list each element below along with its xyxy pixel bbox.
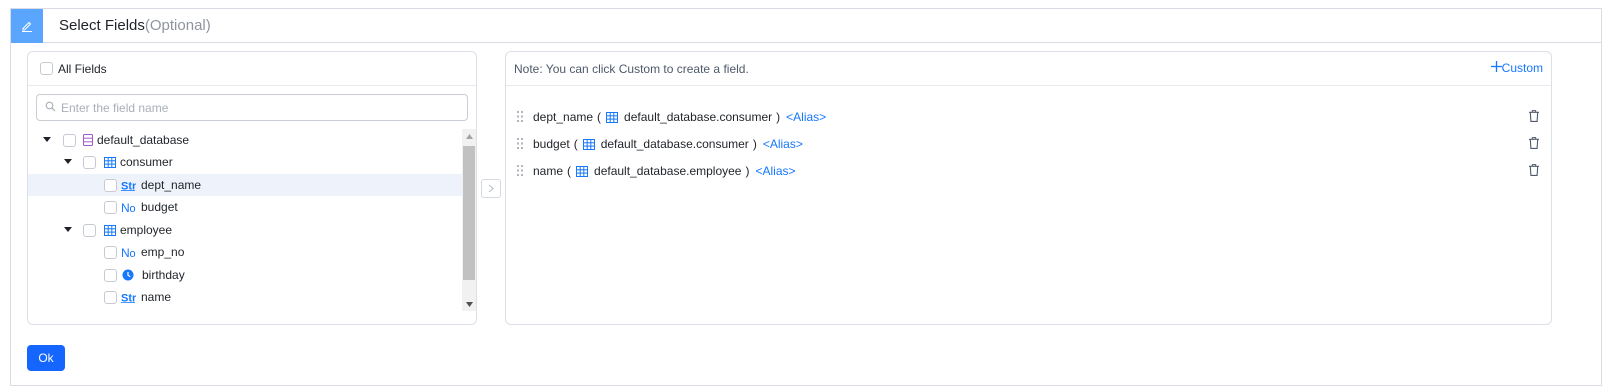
custom-label: Custom bbox=[1501, 61, 1543, 75]
caret-down-icon[interactable] bbox=[63, 157, 73, 167]
selected-fields-panel: Note: You can click Custom to create a f… bbox=[505, 51, 1552, 325]
alias-link[interactable]: <Alias> bbox=[786, 110, 826, 124]
panel-header: Select Fields (Optional) bbox=[11, 8, 1601, 43]
paren-close: ) bbox=[776, 110, 781, 124]
alias-link[interactable]: <Alias> bbox=[763, 137, 803, 151]
tree-label-table: employee bbox=[120, 223, 173, 237]
all-fields-checkbox[interactable] bbox=[40, 62, 53, 75]
paren-open: ( bbox=[567, 164, 572, 178]
svg-text:o: o bbox=[130, 248, 136, 258]
clock-icon bbox=[122, 269, 134, 281]
selected-field-table: default_database.consumer bbox=[624, 110, 773, 124]
scroll-down-arrow-icon[interactable] bbox=[462, 297, 476, 311]
tree-checkbox[interactable] bbox=[104, 178, 117, 192]
field-search bbox=[36, 94, 468, 121]
number-type-icon: No bbox=[121, 201, 138, 213]
all-fields-label: All Fields bbox=[58, 61, 107, 76]
search-icon bbox=[45, 101, 56, 115]
svg-text:N: N bbox=[121, 246, 130, 258]
tree-node-field[interactable]: No emp_no bbox=[28, 241, 462, 263]
selected-field-text: dept_name ( default_database.consumer ) … bbox=[533, 110, 826, 124]
selected-field-text: name ( default_database.employee ) <Alia… bbox=[533, 164, 796, 178]
svg-text:o: o bbox=[130, 203, 136, 213]
page-title: Select Fields bbox=[59, 17, 145, 34]
selected-field-row[interactable]: name ( default_database.employee ) <Alia… bbox=[506, 161, 1551, 181]
tree-node-database[interactable]: default_database bbox=[28, 129, 462, 151]
tree-label-field: birthday bbox=[142, 268, 185, 282]
drag-handle-icon[interactable] bbox=[517, 111, 523, 125]
move-right-button[interactable] bbox=[481, 179, 501, 198]
drag-handle-icon[interactable] bbox=[517, 138, 523, 152]
string-type-icon: Str bbox=[121, 291, 136, 303]
trash-icon[interactable] bbox=[1529, 137, 1539, 152]
paren-open: ( bbox=[597, 110, 602, 124]
all-fields-row: All Fields bbox=[28, 52, 476, 86]
svg-text:Str: Str bbox=[121, 293, 136, 304]
selected-field-table: default_database.consumer bbox=[600, 137, 749, 151]
selected-field-row[interactable]: budget ( default_database.consumer ) <Al… bbox=[506, 134, 1551, 154]
tree-label-field: budget bbox=[141, 200, 178, 214]
selected-fields-header: Note: You can click Custom to create a f… bbox=[506, 52, 1551, 86]
tree-label-field: name bbox=[141, 290, 172, 304]
trash-icon[interactable] bbox=[1529, 164, 1539, 179]
caret-down-icon[interactable] bbox=[63, 225, 73, 235]
tree-node-field[interactable]: birthday bbox=[28, 264, 462, 286]
plus-icon bbox=[1490, 61, 1502, 75]
tree-checkbox[interactable] bbox=[104, 200, 117, 214]
edit-icon bbox=[11, 8, 43, 43]
selected-field-name: budget bbox=[533, 137, 570, 151]
table-icon bbox=[582, 138, 595, 150]
tree-checkbox[interactable] bbox=[83, 223, 96, 237]
field-tree: default_database consumer Str dept_name … bbox=[28, 129, 462, 311]
tree-label-field: dept_name bbox=[141, 178, 202, 192]
paren-open: ( bbox=[573, 137, 578, 151]
selected-field-name: name bbox=[533, 164, 564, 178]
caret-down-icon[interactable] bbox=[42, 135, 52, 145]
tree-checkbox[interactable] bbox=[104, 268, 117, 282]
number-type-icon: No bbox=[121, 246, 138, 258]
svg-text:N: N bbox=[121, 201, 130, 213]
tree-checkbox[interactable] bbox=[63, 133, 76, 147]
page-title-optional: (Optional) bbox=[144, 17, 211, 34]
svg-text:Str: Str bbox=[121, 181, 136, 192]
tree-checkbox[interactable] bbox=[104, 290, 117, 304]
field-search-input[interactable] bbox=[61, 100, 441, 115]
custom-field-button[interactable]: Custom bbox=[1490, 61, 1543, 75]
selected-field-table: default_database.employee bbox=[594, 164, 742, 178]
table-icon bbox=[104, 224, 116, 236]
tree-node-field[interactable]: Str dept_name bbox=[28, 174, 462, 196]
table-icon bbox=[576, 165, 589, 177]
tree-label-database: default_database bbox=[97, 133, 190, 147]
tree-node-field[interactable]: Str name bbox=[28, 286, 462, 308]
tree-node-field[interactable]: No budget bbox=[28, 196, 462, 218]
tree-label-table: consumer bbox=[120, 155, 173, 169]
string-type-icon: Str bbox=[121, 179, 136, 191]
tree-label-field: emp_no bbox=[141, 245, 185, 259]
trash-icon[interactable] bbox=[1529, 110, 1539, 125]
paren-close: ) bbox=[752, 137, 757, 151]
chevron-right-icon bbox=[488, 182, 494, 196]
database-icon bbox=[83, 134, 93, 146]
scroll-up-arrow-icon[interactable] bbox=[462, 129, 476, 143]
scrollbar-thumb[interactable] bbox=[463, 146, 475, 280]
table-icon bbox=[606, 111, 619, 123]
tree-node-table[interactable]: consumer bbox=[28, 151, 462, 173]
tree-scrollbar[interactable] bbox=[462, 129, 476, 311]
select-fields-panel: Select Fields (Optional) All Fields Ente… bbox=[10, 8, 1602, 386]
tree-checkbox[interactable] bbox=[83, 155, 96, 169]
field-tree-panel: All Fields default_database bbox=[27, 51, 477, 325]
selected-field-name: dept_name bbox=[533, 110, 594, 124]
selected-field-row[interactable]: dept_name ( default_database.consumer ) … bbox=[506, 107, 1551, 127]
paren-close: ) bbox=[745, 164, 750, 178]
ok-button[interactable]: Ok bbox=[27, 345, 65, 371]
drag-handle-icon[interactable] bbox=[517, 165, 523, 179]
tree-node-table[interactable]: employee bbox=[28, 219, 462, 241]
alias-link[interactable]: <Alias> bbox=[755, 164, 795, 178]
table-icon bbox=[104, 156, 116, 168]
custom-note: Note: You can click Custom to create a f… bbox=[514, 61, 749, 76]
tree-checkbox[interactable] bbox=[104, 245, 117, 259]
selected-field-text: budget ( default_database.consumer ) <Al… bbox=[533, 137, 803, 151]
